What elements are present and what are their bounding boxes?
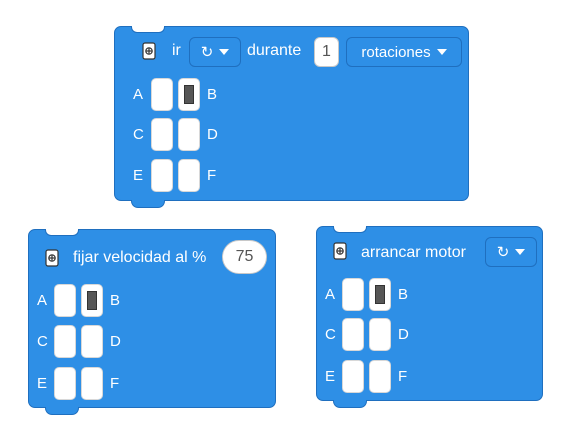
- port-b-toggle[interactable]: [81, 284, 103, 317]
- port-label-a: A: [325, 286, 336, 303]
- port-label-f: F: [207, 167, 217, 184]
- motor-run-for-block[interactable]: ir ↻ durante 1 rotaciones A B C D E F: [114, 25, 469, 208]
- port-d-toggle[interactable]: [178, 118, 200, 151]
- unit-dropdown[interactable]: rotaciones: [346, 37, 462, 67]
- port-label-c: C: [37, 333, 48, 350]
- port-e-toggle[interactable]: [151, 159, 173, 192]
- port-a-toggle[interactable]: [54, 284, 76, 317]
- port-label-e: E: [133, 167, 144, 184]
- port-e-toggle[interactable]: [54, 367, 76, 400]
- clockwise-arrow-icon: ↻: [200, 44, 214, 61]
- port-label-c: C: [325, 326, 336, 343]
- caret-down-icon: [515, 249, 526, 255]
- port-d-toggle[interactable]: [369, 318, 391, 351]
- port-label-d: D: [110, 333, 121, 350]
- port-label-f: F: [398, 368, 408, 385]
- port-f-toggle[interactable]: [369, 360, 391, 393]
- port-label-a: A: [133, 86, 144, 103]
- durante-label: durante: [247, 42, 302, 59]
- motor-icon: [45, 249, 59, 267]
- port-label-f: F: [110, 375, 120, 392]
- start-motor-block[interactable]: arrancar motor ↻ A B C D E F: [316, 225, 543, 408]
- motor-icon: [333, 242, 347, 260]
- port-c-toggle[interactable]: [342, 318, 364, 351]
- port-label-b: B: [207, 86, 218, 103]
- port-f-toggle[interactable]: [178, 159, 200, 192]
- port-d-toggle[interactable]: [81, 325, 103, 358]
- port-e-toggle[interactable]: [342, 360, 364, 393]
- port-label-b: B: [398, 286, 409, 303]
- direction-dropdown[interactable]: ↻: [485, 237, 537, 267]
- port-f-toggle[interactable]: [81, 367, 103, 400]
- amount-input[interactable]: 1: [314, 37, 339, 67]
- caret-down-icon: [219, 49, 230, 55]
- port-c-toggle[interactable]: [151, 118, 173, 151]
- port-label-d: D: [398, 326, 409, 343]
- port-b-toggle[interactable]: [369, 278, 391, 311]
- port-label-d: D: [207, 126, 218, 143]
- set-speed-label: fijar velocidad al %: [73, 249, 207, 266]
- port-b-toggle[interactable]: [178, 78, 200, 111]
- speed-input[interactable]: 75: [222, 240, 267, 274]
- port-label-e: E: [325, 368, 336, 385]
- port-label-c: C: [133, 126, 144, 143]
- port-a-toggle[interactable]: [151, 78, 173, 111]
- motor-icon: [142, 42, 156, 60]
- ir-label: ir: [172, 42, 181, 59]
- port-c-toggle[interactable]: [54, 325, 76, 358]
- set-speed-block[interactable]: fijar velocidad al % 75 A B C D E F: [28, 228, 276, 415]
- port-label-e: E: [37, 375, 48, 392]
- start-motor-label: arrancar motor: [361, 244, 466, 261]
- unit-value: rotaciones: [361, 43, 431, 61]
- port-label-a: A: [37, 292, 48, 309]
- clockwise-arrow-icon: ↻: [496, 244, 510, 261]
- caret-down-icon: [436, 49, 447, 55]
- direction-dropdown[interactable]: ↻: [189, 37, 241, 67]
- port-label-b: B: [110, 292, 121, 309]
- port-a-toggle[interactable]: [342, 278, 364, 311]
